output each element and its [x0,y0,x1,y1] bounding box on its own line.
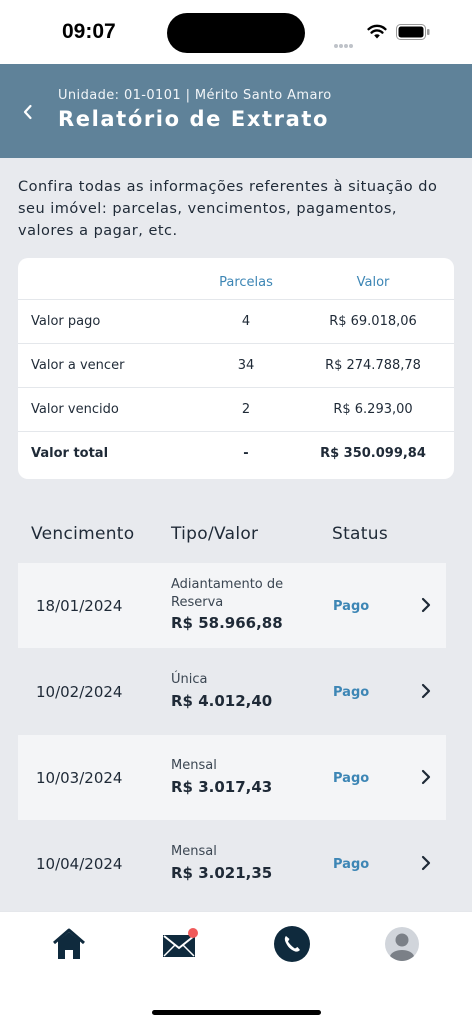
summary-parcelas: 34 [237,358,255,373]
dynamic-island [167,13,305,53]
chevron-right-icon[interactable] [418,854,434,872]
installment-type: Mensal [171,758,217,773]
installment-value: R$ 58.966,88 [171,614,283,632]
status-bar: 09:07 [0,0,472,64]
summary-label: Valor pago [31,314,101,329]
summary-row-valor-vencido: Valor vencido 2 R$ 6.293,00 [18,388,454,432]
tab-messages[interactable] [160,924,200,964]
status-badge: Pago [333,599,370,614]
phone-icon [274,926,310,962]
chevron-left-icon [23,104,32,120]
summary-label: Valor total [31,446,109,461]
mail-icon [163,928,198,957]
summary-header-parcelas: Parcelas [219,275,273,290]
installment-type: Adiantamento de [171,577,284,592]
summary-table: Parcelas Valor Valor pago 4 R$ 69.018,06… [18,258,454,479]
chevron-right-icon[interactable] [418,682,434,700]
installment-type-line2: Reserva [171,595,224,610]
status-badge: Pago [333,685,370,700]
summary-label: Valor a vencer [31,358,125,373]
tab-phone[interactable] [272,924,312,964]
column-vencimento: Vencimento [31,524,135,544]
tab-home[interactable] [49,924,89,964]
chevron-right-icon[interactable] [418,596,434,614]
installment-row[interactable]: 10/04/2024 Mensal R$ 3.021,35 Pago [18,821,446,906]
installment-value: R$ 3.017,43 [171,778,273,796]
summary-label: Valor vencido [31,402,119,417]
installments-list: 18/01/2024 Adiantamento de Reserva R$ 58… [18,563,446,907]
installment-date: 10/02/2024 [36,683,123,701]
intro-text: Confira todas as informações referentes … [18,179,438,239]
summary-parcelas: - [243,446,249,461]
status-badge: Pago [333,771,370,786]
installment-date: 18/01/2024 [36,597,123,615]
installment-type: Mensal [171,844,217,859]
status-badge: Pago [333,857,370,872]
chevron-right-icon[interactable] [418,768,434,786]
column-status: Status [332,524,388,544]
summary-header-row: Parcelas Valor [18,258,454,300]
tab-profile[interactable] [382,924,422,964]
summary-row-valor-pago: Valor pago 4 R$ 69.018,06 [18,300,454,344]
summary-valor: R$ 274.788,78 [325,358,421,373]
installment-type: Única [171,672,208,687]
unit-subtitle: Unidade: 01-0101 | Mérito Santo Amaro [58,88,332,103]
back-button[interactable] [16,100,40,124]
page-title: Relatório de Extrato [58,107,330,131]
installment-date: 10/03/2024 [36,769,123,787]
summary-valor: R$ 69.018,06 [329,314,417,329]
summary-valor: R$ 350.099,84 [320,446,426,461]
installment-date: 10/04/2024 [36,855,123,873]
bottom-tab-bar [0,911,472,1024]
summary-row-valor-a-vencer: Valor a vencer 34 R$ 274.788,78 [18,344,454,388]
installment-row[interactable]: 10/03/2024 Mensal R$ 3.017,43 Pago [18,735,446,820]
summary-valor: R$ 6.293,00 [333,402,413,417]
summary-parcelas: 2 [241,402,251,417]
installment-value: R$ 3.021,35 [171,864,273,882]
column-tipo-valor: Tipo/Valor [171,524,259,544]
profile-icon [385,927,419,961]
summary-row-valor-total: Valor total - R$ 350.099,84 [18,432,454,476]
home-icon [53,928,85,959]
summary-header-valor: Valor [356,275,390,290]
status-time: 09:07 [62,20,116,43]
summary-parcelas: 4 [241,314,251,329]
installment-value: R$ 4.012,40 [171,692,273,710]
page-header: Unidade: 01-0101 | Mérito Santo Amaro Re… [0,64,472,158]
installment-row[interactable]: 18/01/2024 Adiantamento de Reserva R$ 58… [18,563,446,648]
notification-badge [188,928,198,938]
home-indicator [152,1010,321,1015]
signal-icon [334,33,354,52]
battery-icon [396,24,430,40]
installments-header: Vencimento Tipo/Valor Status [0,524,472,552]
installment-row[interactable]: 10/02/2024 Única R$ 4.012,40 Pago [18,649,446,734]
wifi-icon [367,24,387,39]
